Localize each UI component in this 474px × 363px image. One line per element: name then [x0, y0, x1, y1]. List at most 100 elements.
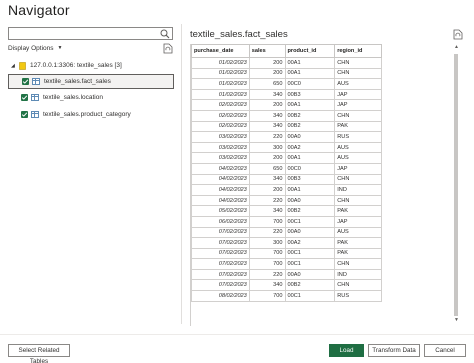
table-cell: 07/02/2023 [191, 247, 250, 260]
table-cell: 00A1 [284, 184, 336, 196]
tree-server-label: 127.0.0.1:3306: textile_sales [3] [30, 62, 122, 69]
table-row: 07/02/2023 700 00C1 CHN [191, 258, 382, 270]
select-related-tables-button[interactable]: Select Related Tables [8, 344, 70, 363]
table-row: 04/02/2023 200 00A1 IND [191, 184, 382, 196]
table-cell: 08/02/2023 [191, 290, 250, 302]
table-cell: RUS [334, 131, 382, 143]
checkbox-checked-icon[interactable] [22, 78, 29, 85]
column-header: region_id [334, 44, 382, 58]
tree-item-fact-sales[interactable]: textile_sales.fact_sales [8, 74, 174, 89]
search-icon[interactable] [160, 29, 170, 39]
column-header: sales [248, 44, 286, 58]
tree-item-product-category[interactable]: textile_sales.product_category [8, 108, 174, 123]
vertical-scrollbar[interactable]: ▲ ▼ [452, 44, 461, 324]
table-cell: JAP [334, 88, 382, 101]
tree-server-node[interactable]: ◢ 127.0.0.1:3306: textile_sales [3] [8, 60, 174, 72]
table-cell: JAP [334, 99, 382, 111]
table-cell: 00C0 [284, 162, 336, 175]
table-cell: 00C0 [284, 78, 336, 90]
table-cell: 200 [248, 184, 286, 196]
table-cell: 650 [248, 162, 286, 175]
table-cell: 07/02/2023 [191, 237, 250, 249]
table-cell: 00A2 [284, 141, 336, 154]
table-cell: 00A1 [284, 99, 336, 111]
table-row: 04/02/2023 650 00C0 JAP [191, 162, 382, 175]
table-cell: PAK [334, 120, 382, 133]
table-row: 07/02/2023 220 00A0 IND [191, 268, 382, 281]
table-cell: 300 [248, 141, 286, 154]
scroll-up-icon[interactable]: ▲ [454, 44, 459, 50]
table-cell: 220 [248, 268, 286, 281]
table-cell: 04/02/2023 [191, 162, 250, 175]
search-input[interactable] [8, 27, 173, 40]
table-row: 02/02/2023 200 00A1 JAP [191, 99, 382, 111]
table-row: 07/02/2023 700 00C1 PAK [191, 247, 382, 260]
table-cell: 700 [248, 290, 286, 302]
table-cell: PAK [334, 247, 382, 260]
table-cell: 00C1 [284, 215, 336, 228]
table-cell: 01/02/2023 [191, 57, 250, 69]
table-cell: 00B2 [284, 109, 336, 122]
checkbox-checked-icon[interactable] [21, 111, 28, 118]
table-cell: 00A0 [284, 194, 336, 207]
table-cell: 340 [248, 109, 286, 122]
table-header-row: purchase_date sales product_id region_id [191, 44, 382, 58]
table-cell: 03/02/2023 [191, 152, 250, 164]
pane-divider[interactable] [181, 24, 182, 324]
table-row: 03/02/2023 300 00A2 AUS [191, 141, 382, 154]
refresh-icon[interactable] [453, 29, 463, 40]
table-cell: CHN [334, 194, 382, 207]
display-options-dropdown[interactable]: Display Options ▼ [8, 45, 62, 52]
table-cell: IND [334, 184, 382, 196]
table-row: 01/02/2023 200 00A1 CHN [191, 67, 382, 80]
table-cell: AUS [334, 78, 382, 90]
table-row: 01/02/2023 650 00C0 AUS [191, 78, 382, 90]
table-cell: 04/02/2023 [191, 184, 250, 196]
table-cell: 00C1 [284, 290, 336, 302]
navigator-tree: ◢ 127.0.0.1:3306: textile_sales [3] text… [8, 60, 174, 123]
table-cell: CHN [334, 173, 382, 186]
table-cell: 340 [248, 279, 286, 292]
footer-divider [0, 334, 474, 335]
table-cell: 04/02/2023 [191, 173, 250, 186]
table-cell: 200 [248, 57, 286, 69]
table-cell: 06/02/2023 [191, 215, 250, 228]
table-row: 05/02/2023 340 00B2 PAK [191, 205, 382, 217]
table-cell: CHN [334, 258, 382, 270]
table-cell: 03/02/2023 [191, 131, 250, 143]
table-cell: 01/02/2023 [191, 67, 250, 80]
tree-item-label: textile_sales.fact_sales [44, 78, 111, 85]
transform-data-button[interactable]: Transform Data [368, 344, 420, 357]
refresh-icon[interactable] [163, 43, 173, 54]
cancel-button[interactable]: Cancel [424, 344, 466, 357]
table-cell: RUS [334, 290, 382, 302]
table-cell: 200 [248, 99, 286, 111]
table-cell: 340 [248, 205, 286, 217]
checkbox-checked-icon[interactable] [21, 94, 28, 101]
table-cell: 700 [248, 247, 286, 260]
table-cell: 340 [248, 120, 286, 133]
table-cell: 00A2 [284, 237, 336, 249]
table-row: 04/02/2023 220 00A0 CHN [191, 194, 382, 207]
table-cell: 00B2 [284, 120, 336, 133]
table-cell: 00A1 [284, 57, 336, 69]
scroll-down-icon[interactable]: ▼ [454, 317, 459, 323]
table-row: 07/02/2023 220 00A0 AUS [191, 226, 382, 239]
table-cell: 05/02/2023 [191, 205, 250, 217]
table-cell: 00B3 [284, 173, 336, 186]
table-cell: CHN [334, 57, 382, 69]
load-button[interactable]: Load [329, 344, 364, 357]
table-cell: JAP [334, 162, 382, 175]
table-row: 02/02/2023 340 00B2 PAK [191, 120, 382, 133]
caret-expanded-icon[interactable]: ◢ [11, 60, 15, 72]
scrollbar-thumb[interactable] [454, 54, 458, 316]
column-header: product_id [284, 44, 336, 58]
table-cell: 00A0 [284, 226, 336, 239]
tree-item-location[interactable]: textile_sales.location [8, 91, 174, 106]
table-cell: 01/02/2023 [191, 78, 250, 90]
display-options-label: Display Options [8, 45, 54, 52]
table-row: 01/02/2023 340 00B3 JAP [191, 88, 382, 101]
table-cell: PAK [334, 205, 382, 217]
table-row: 01/02/2023 200 00A1 CHN [191, 57, 382, 69]
table-cell: 220 [248, 194, 286, 207]
